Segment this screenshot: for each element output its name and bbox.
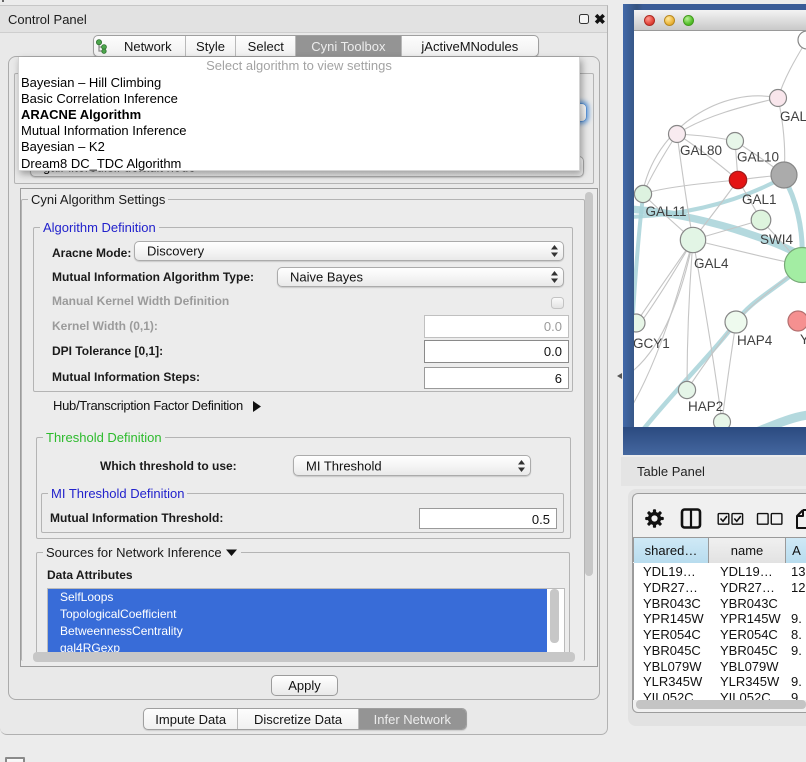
svg-text:SWI4: SWI4 — [760, 232, 793, 247]
svg-text:GAL1: GAL1 — [742, 192, 777, 207]
svg-text:GAL10: GAL10 — [737, 150, 779, 165]
svg-text:Y: Y — [800, 332, 806, 347]
svg-text:HAP2: HAP2 — [688, 399, 723, 414]
svg-text:GAL80: GAL80 — [680, 143, 722, 158]
svg-text:HAP4: HAP4 — [737, 333, 773, 348]
svg-text:GCY1: GCY1 — [634, 336, 670, 351]
svg-text:GAL4: GAL4 — [694, 256, 729, 271]
svg-text:GAL11: GAL11 — [646, 204, 687, 219]
svg-text:GAL1: GAL1 — [780, 109, 806, 124]
